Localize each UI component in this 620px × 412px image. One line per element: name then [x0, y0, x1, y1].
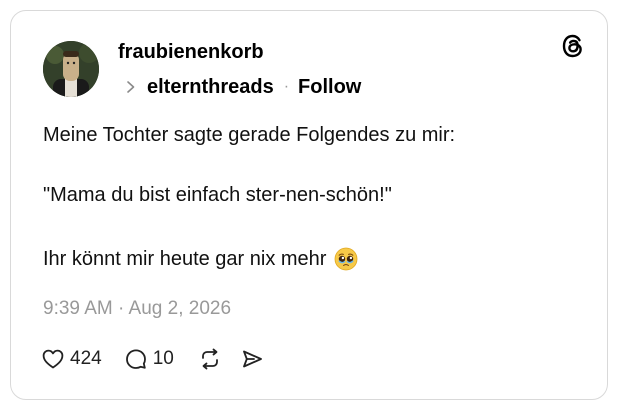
- post-timestamp[interactable]: 9:39 AM · Aug 2, 2026: [43, 297, 231, 321]
- replying-to-row: elternthreads · Follow: [124, 74, 361, 100]
- reply-button[interactable]: 10: [124, 347, 174, 371]
- action-bar: 424 10: [41, 345, 264, 373]
- like-count: 424: [70, 348, 102, 369]
- replying-to-username[interactable]: elternthreads: [147, 76, 274, 99]
- threads-logo-icon[interactable]: [560, 33, 586, 59]
- pleading-face-emoji-icon: [335, 247, 358, 271]
- comment-bubble-icon: [125, 349, 146, 369]
- avatar[interactable]: [43, 41, 99, 97]
- like-button[interactable]: 424: [41, 347, 102, 371]
- author-username[interactable]: fraubienenkorb: [118, 40, 264, 64]
- heart-icon: [42, 349, 64, 369]
- post-card: fraubienenkorb elternthreads · Follow Me…: [10, 10, 608, 400]
- separator-dot: ·: [283, 78, 290, 95]
- share-button[interactable]: [240, 347, 264, 371]
- follow-button[interactable]: Follow: [298, 76, 361, 99]
- post-text-line-3: Ihr könnt mir heute gar nix mehr: [43, 247, 358, 271]
- repost-button[interactable]: [198, 347, 222, 371]
- repost-icon: [201, 348, 218, 370]
- send-icon: [242, 350, 262, 368]
- post-text-line-2: "Mama du bist einfach ster-nen-schön!": [43, 184, 392, 206]
- post-text-line-3-text: Ihr könnt mir heute gar nix mehr: [43, 248, 327, 270]
- post-text-line-1: Meine Tochter sagte gerade Folgendes zu …: [43, 124, 456, 146]
- reply-count: 10: [152, 348, 174, 369]
- chevron-right-icon: [127, 81, 135, 93]
